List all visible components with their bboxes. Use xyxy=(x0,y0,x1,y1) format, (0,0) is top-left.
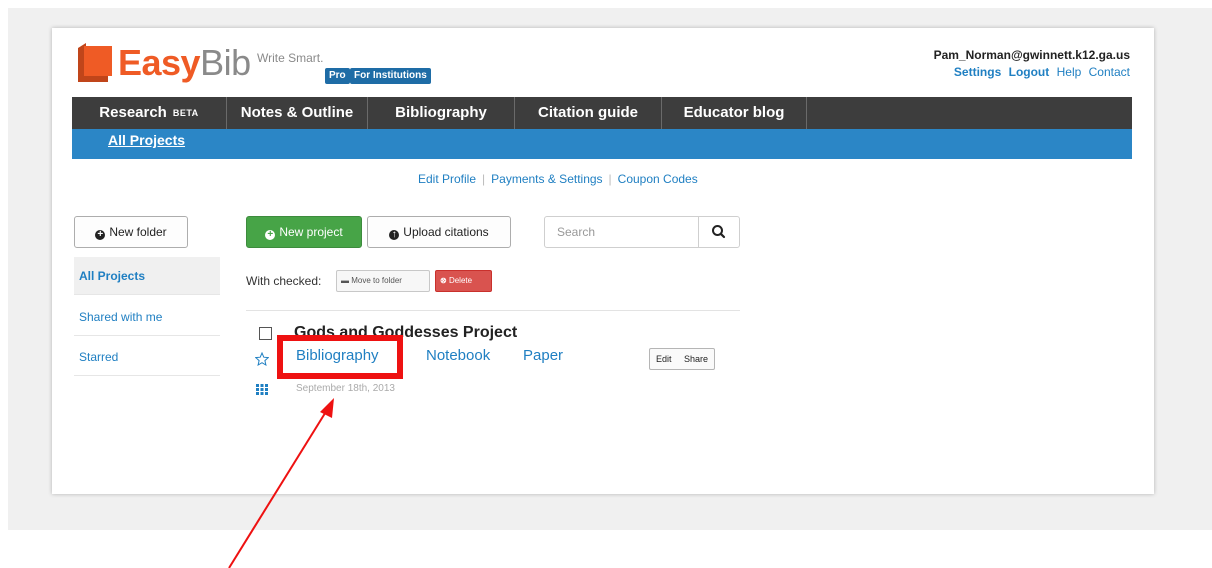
pro-badge[interactable]: Pro xyxy=(325,68,350,84)
edit-profile-link[interactable]: Edit Profile xyxy=(412,172,482,186)
upload-icon: ↑ xyxy=(389,230,400,240)
sidebar-item-shared[interactable]: Shared with me xyxy=(74,298,220,336)
new-project-button[interactable]: + New project xyxy=(246,216,362,248)
grid-icon[interactable] xyxy=(256,384,268,395)
main-nav: Research BETA Notes & Outline Bibliograph… xyxy=(72,97,1132,129)
plus-circle-icon: + xyxy=(265,230,276,240)
move-to-folder-label: Move to folder xyxy=(351,276,402,285)
logout-link[interactable]: Logout xyxy=(1009,65,1050,79)
move-to-folder-button[interactable]: ▬ Move to folder xyxy=(336,270,430,292)
institutions-badge[interactable]: For Institutions xyxy=(350,68,431,84)
app-window: EasyBib Write Smart. Pro For Institution… xyxy=(52,28,1154,494)
nav-bibliography[interactable]: Bibliography xyxy=(368,97,515,129)
share-button[interactable]: Share xyxy=(678,348,716,370)
new-folder-label: New folder xyxy=(109,225,167,239)
plus-circle-icon: + xyxy=(95,230,106,240)
with-checked-label: With checked: xyxy=(246,274,322,288)
logo-wordmark: EasyBib xyxy=(118,42,251,84)
upload-citations-label: Upload citations xyxy=(403,225,489,239)
payments-settings-link[interactable]: Payments & Settings xyxy=(485,172,608,186)
annotation-highlight-box xyxy=(277,335,403,379)
project-date: September 18th, 2013 xyxy=(296,383,395,394)
search-box xyxy=(544,216,740,248)
nav-research-label: Research xyxy=(99,104,167,121)
search-icon xyxy=(712,225,726,239)
new-project-label: New project xyxy=(279,225,343,239)
logo-bib-text: Bib xyxy=(200,42,251,83)
user-links: Settings Logout Help Contact xyxy=(934,65,1130,79)
folder-icon: ▬ xyxy=(341,276,352,285)
project-notebook-link[interactable]: Notebook xyxy=(426,347,490,364)
logo-easy-text: Easy xyxy=(118,42,201,83)
upload-citations-button[interactable]: ↑ Upload citations xyxy=(367,216,511,248)
nav-educator-blog[interactable]: Educator blog xyxy=(662,97,807,129)
project-paper-link[interactable]: Paper xyxy=(523,347,563,364)
nav-research[interactable]: Research BETA xyxy=(72,97,227,129)
search-button[interactable] xyxy=(698,217,739,247)
coupon-codes-link[interactable]: Coupon Codes xyxy=(612,172,704,186)
nav-notes-outline[interactable]: Notes & Outline xyxy=(227,97,368,129)
nav-citation-guide[interactable]: Citation guide xyxy=(515,97,662,129)
settings-link[interactable]: Settings xyxy=(954,65,1001,79)
star-icon[interactable] xyxy=(255,352,269,366)
sub-nav: All Projects xyxy=(72,129,1132,159)
project-checkbox[interactable] xyxy=(259,327,272,340)
delete-label: Delete xyxy=(448,276,473,285)
contact-link[interactable]: Contact xyxy=(1089,65,1130,79)
tagline: Write Smart. xyxy=(257,51,324,65)
new-folder-button[interactable]: + New folder xyxy=(74,216,188,248)
subnav-all-projects[interactable]: All Projects xyxy=(108,129,185,151)
user-email: Pam_Norman@gwinnett.k12.ga.us xyxy=(933,48,1130,62)
user-menu: Pam_Norman@gwinnett.k12.ga.us Settings L… xyxy=(934,48,1130,79)
profile-links: Edit Profile | Payments & Settings | Coupon … xyxy=(412,172,704,186)
sidebar-item-starred[interactable]: Starred xyxy=(74,338,220,376)
search-input[interactable] xyxy=(545,217,697,247)
close-circle-icon: ⊗ xyxy=(440,276,449,285)
delete-button[interactable]: ⊗ Delete xyxy=(435,270,492,292)
list-divider xyxy=(246,310,740,311)
beta-badge: BETA xyxy=(172,108,199,118)
help-link[interactable]: Help xyxy=(1057,65,1082,79)
book-logo-icon xyxy=(78,43,112,82)
sidebar-item-all-projects[interactable]: All Projects xyxy=(74,257,220,295)
edit-button[interactable]: Edit xyxy=(649,348,679,370)
